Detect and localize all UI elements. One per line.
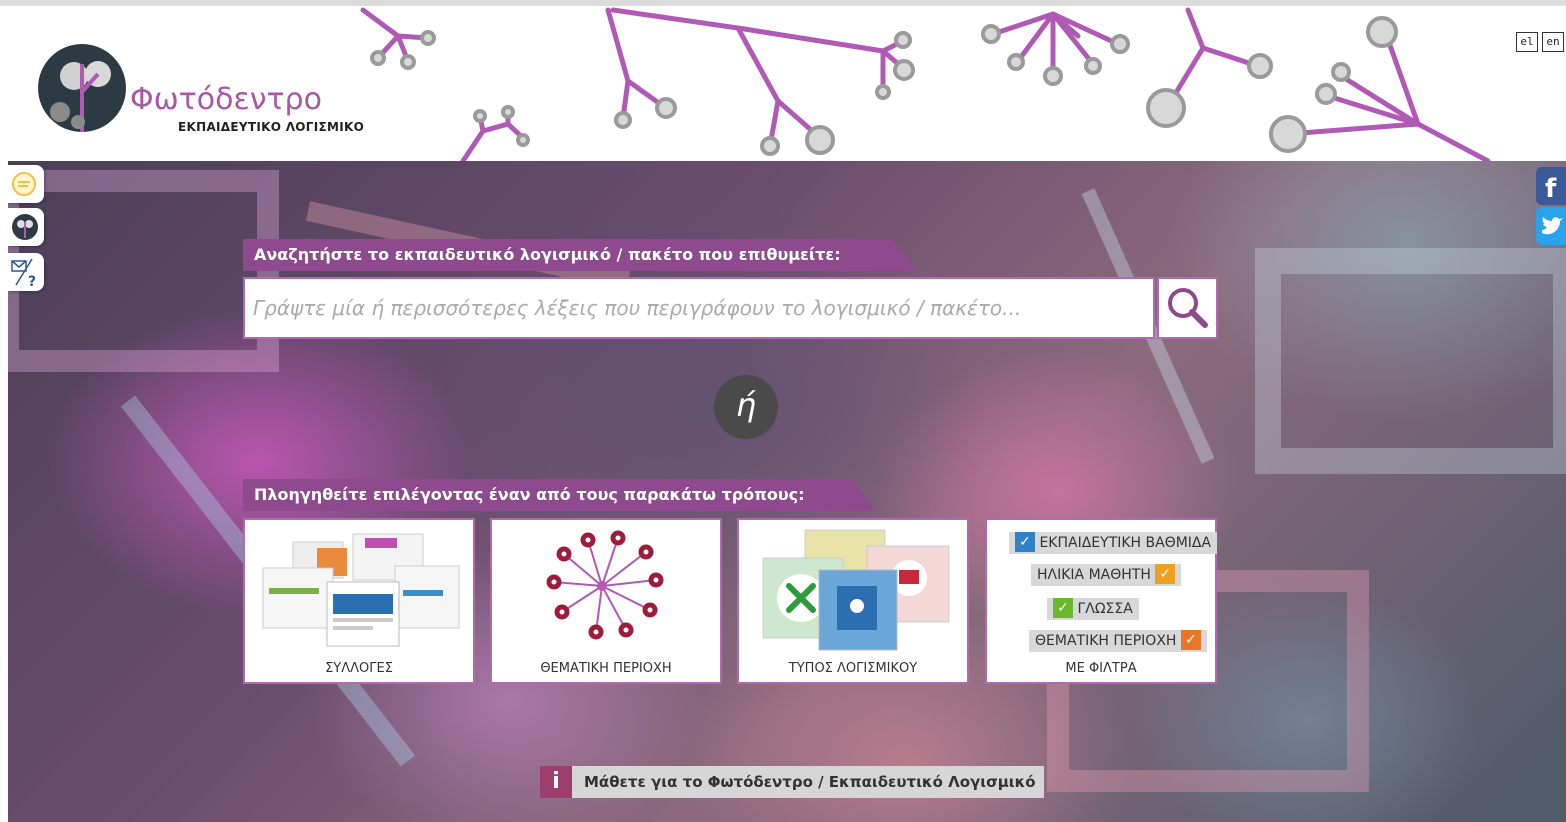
language-en[interactable]: en	[1542, 32, 1564, 52]
sidebar-contact-help-button[interactable]: ?	[8, 253, 44, 291]
search-heading: Αναζητήστε το εκπαιδευτικό λογισμικό / π…	[243, 239, 915, 271]
subject-area-tree-icon	[546, 530, 664, 640]
filter-education-level-label: ΕΚΠΑΙΔΕΥΤΙΚΗ ΒΑΘΜΙΔΑ	[1039, 535, 1212, 551]
svg-text:f: f	[1545, 174, 1557, 204]
search-box	[243, 277, 1155, 339]
card-collections[interactable]: ΣΥΛΛΟΓΕΣ	[243, 518, 475, 684]
filter-student-age-label: ΗΛΙΚΙΑ ΜΑΘΗΤΗ	[1037, 567, 1151, 583]
filter-language-label: ΓΛΩΣΣΑ	[1077, 601, 1133, 617]
filter-language: ✓ ΓΛΩΣΣΑ	[1047, 598, 1139, 620]
check-icon: ✓	[1053, 598, 1073, 618]
card-with-filters-label: ΜΕ ΦΙΛΤΡΑ	[1065, 661, 1137, 676]
info-icon: i	[540, 766, 572, 798]
filter-subject-area-label: ΘΕΜΑΤΙΚΗ ΠΕΡΙΟΧΗ	[1035, 633, 1177, 649]
check-icon: ✓	[1180, 630, 1201, 650]
language-el[interactable]: el	[1516, 32, 1538, 52]
about-link[interactable]: i Μάθετε για το Φωτόδεντρο / Εκπαιδευτικ…	[540, 766, 1044, 798]
software-type-icon	[762, 529, 950, 651]
card-software-type[interactable]: ΤΥΠΟΣ ΛΟΓΙΣΜΙΚΟΥ	[737, 518, 969, 684]
card-subject-area-label: ΘΕΜΑΤΙΚΗ ΠΕΡΙΟΧΗ	[540, 661, 672, 676]
site-logo-icon[interactable]	[38, 44, 126, 132]
check-icon: ✓	[1155, 564, 1176, 584]
svg-text:?: ?	[28, 274, 36, 290]
card-subject-area[interactable]: ΘΕΜΑΤΙΚΗ ΠΕΡΙΟΧΗ	[490, 518, 722, 684]
browse-heading: Πλοηγηθείτε επιλέγοντας έναν από τους πα…	[243, 479, 875, 511]
card-software-type-label: ΤΥΠΟΣ ΛΟΓΙΣΜΙΚΟΥ	[788, 661, 918, 676]
or-separator: ή	[714, 375, 778, 439]
brand-name[interactable]: Φωτόδεντρο	[130, 82, 322, 117]
card-with-filters[interactable]: ✓ ΕΚΠΑΙΔΕΥΤΙΚΗ ΒΑΘΜΙΔΑ ΗΛΙΚΙΑ ΜΑΘΗΤΗ ✓ ✓…	[985, 518, 1218, 684]
brand-subtitle: ΕΚΠΑΙΔΕΥΤΙΚΟ ΛΟΓΙΣΜΙΚΟ	[178, 120, 365, 134]
search-icon	[1168, 288, 1208, 328]
filter-education-level: ✓ ΕΚΠΑΙΔΕΥΤΙΚΗ ΒΑΘΜΙΔΑ	[1009, 532, 1218, 554]
check-icon: ✓	[1015, 532, 1035, 552]
search-button[interactable]	[1157, 277, 1218, 339]
sidebar-logo-button[interactable]	[8, 208, 44, 246]
sidebar-notes-button[interactable]	[8, 165, 44, 203]
site-header: Φωτόδεντρο ΕΚΠΑΙΔΕΥΤΙΚΟ ΛΟΓΙΣΜΙΚΟ el en	[8, 6, 1566, 161]
search-input[interactable]	[245, 279, 1153, 337]
facebook-icon[interactable]: f	[1536, 167, 1566, 205]
main-panel: ? f Αναζητήστε το εκπαιδευτικό λογισμικό…	[8, 161, 1566, 822]
collections-thumbnail-icon	[262, 533, 460, 647]
filter-student-age: ΗΛΙΚΙΑ ΜΑΘΗΤΗ ✓	[1031, 564, 1182, 586]
twitter-icon[interactable]	[1536, 207, 1566, 245]
filter-subject-area: ΘΕΜΑΤΙΚΗ ΠΕΡΙΟΧΗ ✓	[1029, 630, 1207, 652]
card-collections-label: ΣΥΛΛΟΓΕΣ	[325, 661, 393, 676]
about-link-label: Μάθετε για το Φωτόδεντρο / Εκπαιδευτικό …	[584, 773, 1036, 791]
